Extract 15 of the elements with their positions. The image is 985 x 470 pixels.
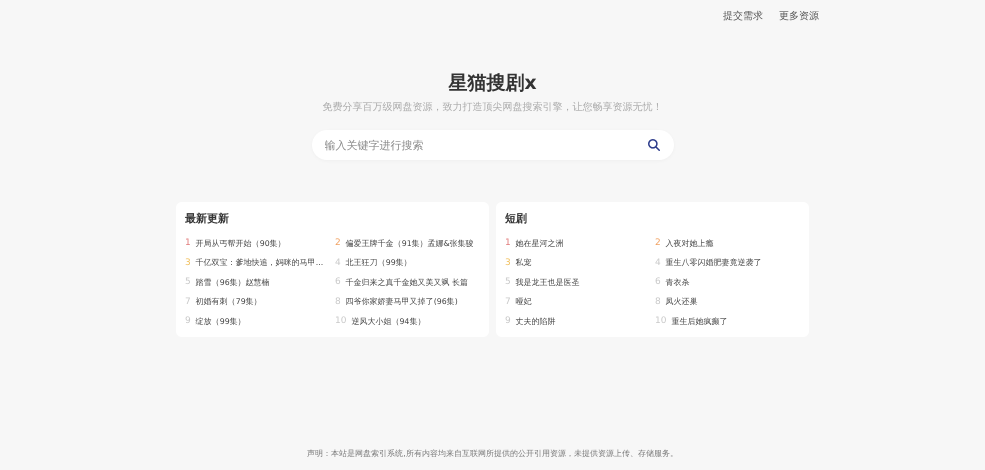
- search-icon[interactable]: [646, 138, 660, 152]
- card-title: 短剧: [505, 212, 528, 226]
- site-title: 星猫搜剧x: [448, 71, 537, 95]
- disclaimer: 声明：本站是网盘索引系统,所有内容均来自互联网所提供的公开引用资源，未提供资源上传、存储服务。: [306, 448, 679, 460]
- rank-number: 3: [185, 256, 191, 270]
- rank-number: 2: [655, 237, 661, 250]
- site-subtitle: 免费分享百万级网盘资源，致力打造顶尖网盘搜索引擎，让您畅享资源无忧！: [322, 101, 662, 114]
- rank-number: 1: [185, 237, 191, 250]
- nav-link[interactable]: 提交需求: [723, 9, 763, 30]
- rank-number: 3: [505, 256, 511, 270]
- nav-link[interactable]: 更多资源: [779, 9, 819, 30]
- search-field[interactable]: 输入关键字进行搜索: [312, 130, 674, 160]
- rank-number: 2: [335, 237, 341, 250]
- card-title: 最新更新: [185, 212, 230, 226]
- rank-number: 1: [505, 237, 511, 250]
